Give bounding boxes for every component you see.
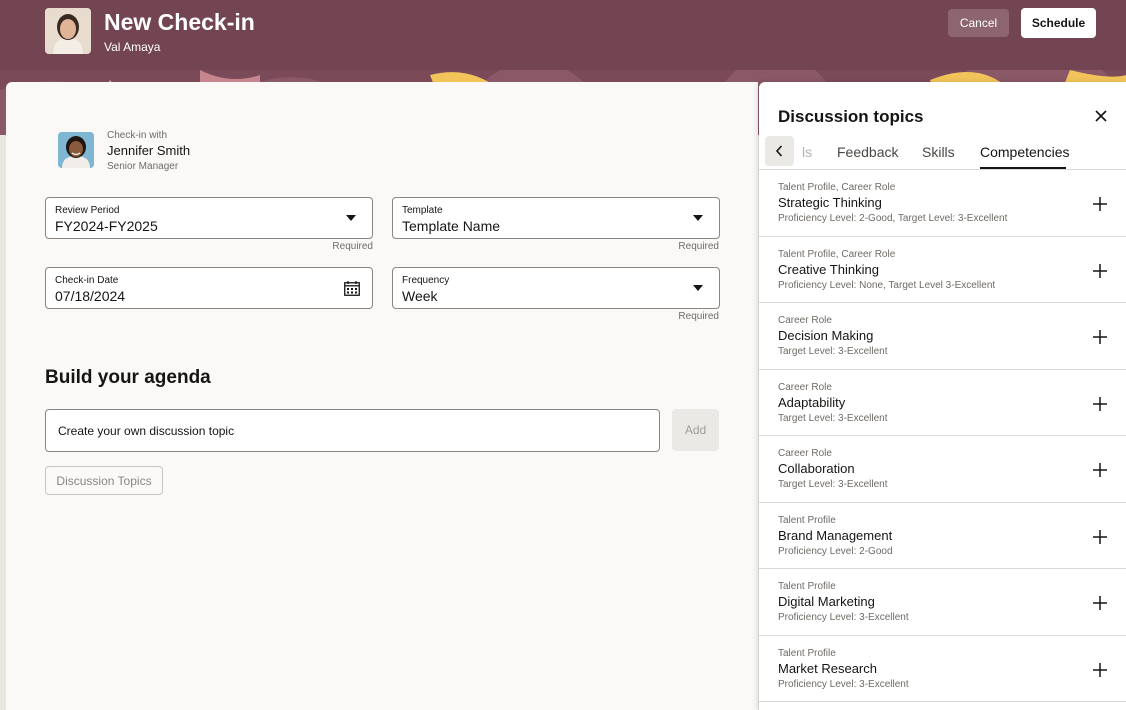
item-source: Career Role	[778, 315, 832, 326]
item-source: Talent Profile, Career Role	[778, 248, 896, 260]
manager-role: Senior Manager	[107, 161, 179, 172]
list-item: Career Role Decision Making Target Level…	[759, 303, 1126, 370]
list-item: Talent Profile Market Research Proficien…	[759, 636, 1126, 702]
employee-name: Val Amaya	[104, 40, 161, 54]
list-item: Talent Profile Digital Marketing Profici…	[759, 569, 1126, 636]
item-name: Brand Management	[778, 527, 893, 543]
plus-icon[interactable]	[1093, 263, 1107, 278]
review-period-required: Required	[332, 241, 373, 252]
item-name: Creative Thinking	[778, 261, 879, 277]
tab-goals[interactable]: ls	[802, 144, 812, 160]
item-level: Proficiency Level: 2-Good	[778, 545, 893, 557]
list-item: Career Role Adaptability Target Level: 3…	[759, 370, 1126, 436]
review-period-select[interactable]: Review Period FY2024-FY2025	[45, 197, 373, 239]
plus-icon[interactable]	[1093, 197, 1107, 211]
item-source: Talent Profile, Career Role	[778, 182, 896, 193]
list-item: Talent Profile Brand Management Proficie…	[759, 503, 1126, 569]
item-source: Talent Profile	[778, 647, 836, 659]
add-topic-button[interactable]: Add	[672, 409, 719, 451]
user-avatar	[45, 8, 91, 54]
tabs-scroll-left-button[interactable]	[765, 136, 794, 166]
item-level: Proficiency Level: 2-Good, Target Level:…	[778, 213, 1008, 224]
template-value: Template Name	[402, 218, 501, 234]
review-period-value: FY2024-FY2025	[55, 218, 158, 234]
discussion-topic-input[interactable]	[45, 409, 660, 452]
item-name: Strategic Thinking	[778, 195, 882, 210]
checkin-date-label: Check-in Date	[55, 275, 119, 286]
agenda-title: Build your agenda	[45, 367, 211, 388]
competency-list: Talent Profile, Career Role Strategic Th…	[759, 170, 1126, 702]
item-source: Career Role	[778, 448, 832, 459]
item-source: Talent Profile	[778, 581, 836, 592]
item-level: Proficiency Level: 3-Excellent	[778, 612, 909, 623]
manager-name: Jennifer Smith	[107, 143, 191, 158]
tab-feedback[interactable]: Feedback	[837, 144, 898, 160]
item-name: Market Research	[778, 660, 877, 676]
discussion-topics-panel: Discussion topics ls Feedback Skills Com…	[759, 82, 1126, 710]
chevron-left-icon	[775, 145, 783, 157]
plus-icon[interactable]	[1093, 529, 1107, 544]
item-name: Adaptability	[778, 394, 846, 410]
plus-icon[interactable]	[1093, 662, 1107, 677]
frequency-required: Required	[678, 311, 719, 322]
plus-icon[interactable]	[1093, 596, 1107, 610]
item-name: Digital Marketing	[778, 594, 875, 609]
template-required: Required	[678, 241, 719, 252]
item-level: Target Level: 3-Excellent	[778, 479, 888, 490]
list-item: Talent Profile, Career Role Strategic Th…	[759, 170, 1126, 237]
checkin-date-field[interactable]: Check-in Date 07/18/2024	[45, 267, 373, 309]
item-level: Target Level: 3-Excellent	[778, 412, 888, 424]
close-icon[interactable]	[1094, 109, 1108, 123]
checkin-with-label: Check-in with	[107, 130, 168, 141]
cancel-button[interactable]: Cancel	[948, 9, 1009, 37]
list-item: Career Role Collaboration Target Level: …	[759, 436, 1126, 503]
item-source: Career Role	[778, 381, 832, 393]
checkin-form-panel: Check-in with Jennifer Smith Senior Mana…	[6, 82, 758, 710]
page-title: New Check-in	[104, 9, 255, 35]
item-source: Talent Profile	[778, 514, 836, 526]
plus-icon[interactable]	[1093, 396, 1107, 411]
discussion-topics-button[interactable]: Discussion Topics	[45, 466, 163, 495]
manager-avatar	[58, 132, 94, 168]
frequency-label: Frequency	[402, 275, 450, 286]
plus-icon[interactable]	[1093, 330, 1107, 344]
calendar-icon[interactable]	[344, 281, 360, 296]
frequency-select[interactable]: Frequency Week	[392, 267, 720, 309]
template-select[interactable]: Template Template Name	[392, 197, 720, 239]
chevron-down-icon	[693, 215, 703, 221]
item-level: Proficiency Level: None, Target Level 3-…	[778, 279, 996, 291]
item-name: Decision Making	[778, 328, 874, 343]
tab-skills[interactable]: Skills	[922, 144, 955, 160]
item-name: Collaboration	[778, 461, 855, 476]
template-label: Template	[402, 205, 443, 216]
list-item: Talent Profile, Career Role Creative Thi…	[759, 237, 1126, 303]
chevron-down-icon	[346, 215, 356, 221]
tab-competencies[interactable]: Competencies	[980, 144, 1070, 160]
schedule-button[interactable]: Schedule	[1021, 8, 1096, 38]
frequency-value: Week	[402, 288, 438, 304]
checkin-date-value: 07/18/2024	[55, 288, 126, 304]
item-level: Proficiency Level: 3-Excellent	[778, 678, 909, 690]
item-level: Target Level: 3-Excellent	[778, 346, 888, 357]
review-period-label: Review Period	[55, 205, 120, 216]
chevron-down-icon	[693, 285, 703, 291]
plus-icon[interactable]	[1093, 463, 1107, 477]
panel-title: Discussion topics	[778, 107, 924, 126]
